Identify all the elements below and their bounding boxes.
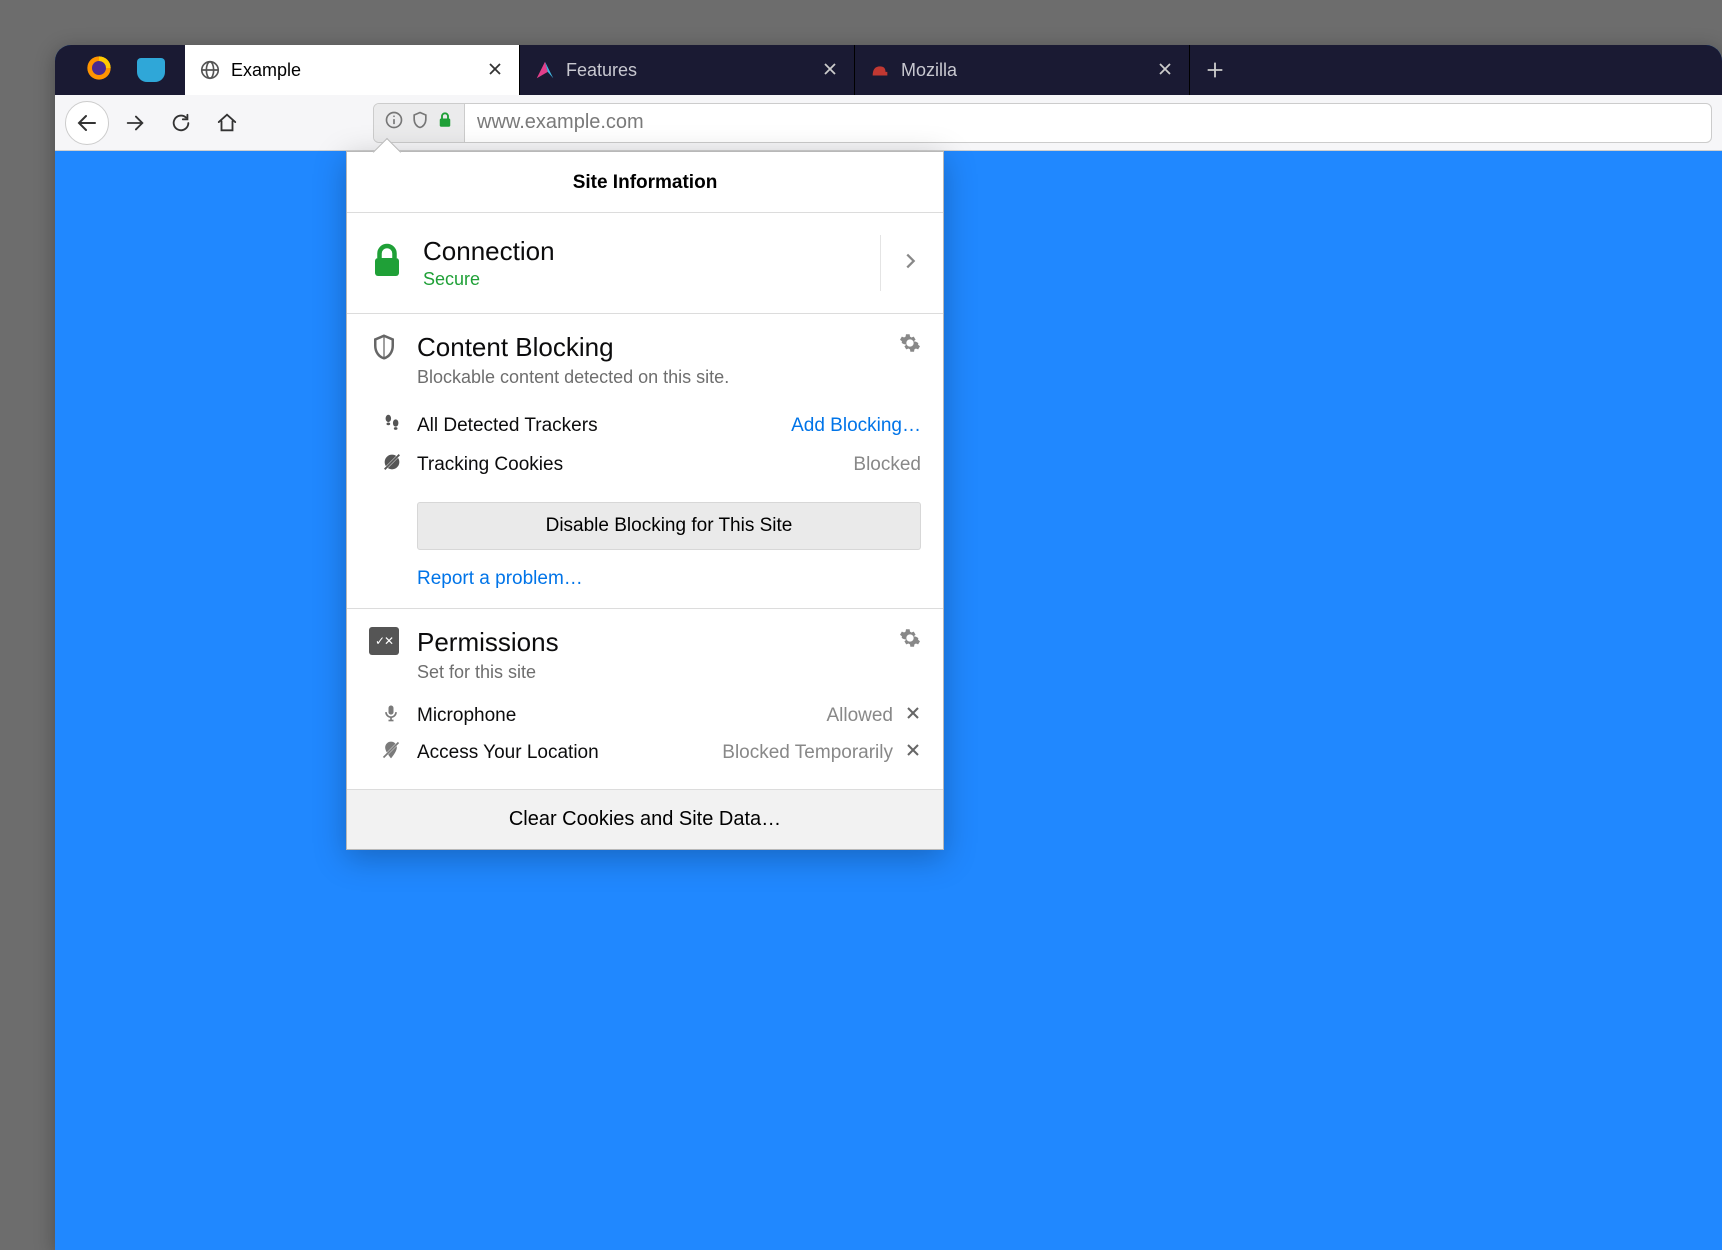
- close-icon[interactable]: [822, 61, 840, 79]
- remove-permission-icon[interactable]: [905, 742, 921, 763]
- connection-row[interactable]: Connection Secure: [347, 212, 943, 313]
- tracker-row: Tracking Cookies Blocked: [417, 445, 921, 484]
- permissions-title: Permissions: [417, 627, 881, 658]
- pocket-icon: [137, 58, 165, 82]
- tab-features[interactable]: Features: [520, 45, 855, 95]
- tab-label: Example: [231, 60, 477, 81]
- url-text: www.example.com: [465, 111, 656, 134]
- permission-status: Allowed: [826, 705, 893, 727]
- globe-icon: [199, 59, 221, 81]
- connection-text: Connection Secure: [423, 236, 862, 290]
- tab-bar: Example Features Mozilla: [55, 45, 1722, 95]
- permission-row: Access Your Location Blocked Temporarily: [417, 734, 921, 771]
- permissions-subtitle: Set for this site: [417, 662, 881, 683]
- permissions-section: ✓✕ Permissions Set for this site Mic: [347, 608, 943, 789]
- cookie-blocked-icon: [381, 451, 405, 478]
- site-info-popup: Site Information Connection Secure: [346, 151, 944, 850]
- forward-button[interactable]: [115, 103, 155, 143]
- permission-label: Microphone: [417, 705, 814, 727]
- tab-label: Features: [566, 60, 812, 81]
- page-content: Site Information Connection Secure: [55, 151, 1722, 1250]
- connection-status: Secure: [423, 269, 862, 290]
- add-blocking-link[interactable]: Add Blocking…: [791, 415, 921, 437]
- tab-example[interactable]: Example: [185, 45, 520, 95]
- connection-title: Connection: [423, 236, 862, 267]
- remove-permission-icon[interactable]: [905, 705, 921, 726]
- titlebar-icons: [55, 45, 185, 95]
- tracker-label: All Detected Trackers: [417, 415, 779, 437]
- lock-icon: [436, 111, 454, 134]
- firefox-icon: [85, 54, 113, 87]
- permission-label: Access Your Location: [417, 742, 710, 764]
- tracker-row: All Detected Trackers Add Blocking…: [417, 406, 921, 445]
- tracker-label: Tracking Cookies: [417, 454, 841, 476]
- permission-status: Blocked Temporarily: [722, 742, 893, 764]
- blocking-subtitle: Blockable content detected on this site.: [417, 367, 881, 388]
- popup-title: Site Information: [347, 152, 943, 212]
- mozilla-dino-icon: [869, 59, 891, 81]
- shield-icon: [410, 110, 430, 135]
- identity-box[interactable]: [374, 104, 465, 142]
- back-button[interactable]: [65, 101, 109, 145]
- content-blocking-section: Content Blocking Blockable content detec…: [347, 313, 943, 608]
- tab-label: Mozilla: [901, 60, 1147, 81]
- url-bar[interactable]: www.example.com: [373, 103, 1712, 143]
- lock-icon: [369, 243, 405, 284]
- divider: [880, 235, 881, 291]
- firefox-rocket-icon: [534, 59, 556, 81]
- gear-icon[interactable]: [899, 332, 921, 359]
- permissions-icon: ✓✕: [369, 627, 399, 655]
- info-icon: [384, 110, 404, 135]
- disable-blocking-button[interactable]: Disable Blocking for This Site: [417, 502, 921, 550]
- footsteps-icon: [381, 412, 405, 439]
- tab-mozilla[interactable]: Mozilla: [855, 45, 1190, 95]
- nav-toolbar: www.example.com: [55, 95, 1722, 151]
- home-button[interactable]: [207, 103, 247, 143]
- permission-row: Microphone Allowed: [417, 697, 921, 734]
- new-tab-button[interactable]: [1190, 45, 1240, 95]
- gear-icon[interactable]: [899, 627, 921, 654]
- tracker-status: Blocked: [853, 454, 921, 476]
- location-blocked-icon: [381, 740, 405, 765]
- clear-cookies-button[interactable]: Clear Cookies and Site Data…: [347, 789, 943, 849]
- shield-icon: [369, 332, 399, 362]
- close-icon[interactable]: [487, 61, 505, 79]
- microphone-icon: [381, 703, 405, 728]
- close-icon[interactable]: [1157, 61, 1175, 79]
- reload-button[interactable]: [161, 103, 201, 143]
- report-problem-link[interactable]: Report a problem…: [417, 568, 921, 590]
- browser-window: Example Features Mozilla: [55, 45, 1722, 1250]
- blocking-title: Content Blocking: [417, 332, 881, 363]
- chevron-right-icon: [899, 250, 921, 277]
